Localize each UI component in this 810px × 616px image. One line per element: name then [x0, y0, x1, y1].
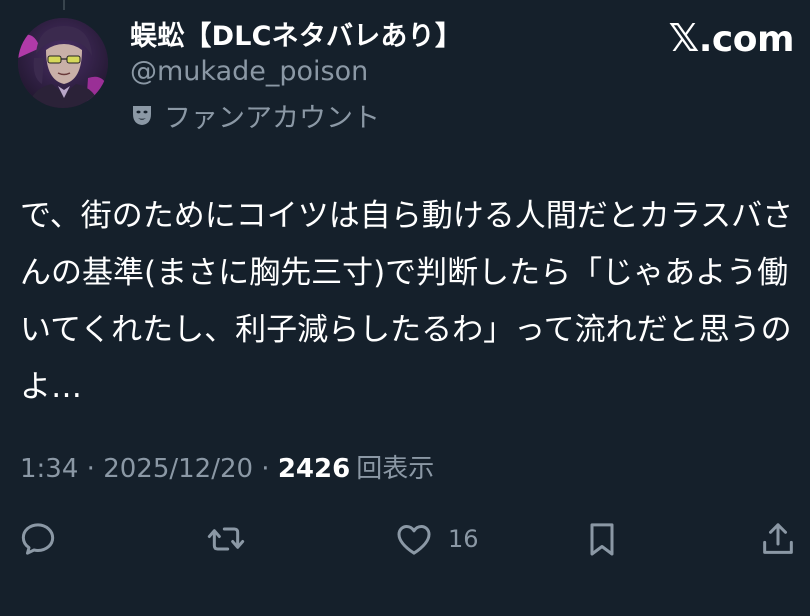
avatar[interactable]: [18, 18, 108, 108]
thread-line: [63, 0, 65, 10]
x-logo-mark: 𝕏: [668, 16, 700, 60]
action-bar: 16: [0, 514, 810, 564]
x-logo: 𝕏.com: [668, 16, 795, 60]
display-name[interactable]: 蜈蚣【DLCネタバレあり】: [130, 14, 462, 53]
tweet-text: で、街のためにコイツは自ら動ける人間だとカラスバさんの基準(まさに胸先三寸)で判…: [20, 198, 794, 405]
reply-icon: [21, 523, 55, 555]
bookmark-icon: [590, 523, 614, 556]
retweet-icon: [207, 527, 245, 551]
user-handle[interactable]: @mukade_poison: [130, 56, 368, 87]
like-count: 16: [448, 525, 479, 553]
tweet-meta: 1:34 · 2025/12/20 · 2426 回表示: [20, 448, 434, 485]
account-label-row: ファンアカウント: [130, 98, 380, 134]
share-icon: [763, 523, 793, 554]
tweet-date[interactable]: 2025/12/20: [103, 454, 253, 484]
share-button[interactable]: [758, 514, 798, 564]
x-logo-text: .com: [698, 19, 795, 60]
reply-button[interactable]: [18, 514, 58, 564]
retweet-button[interactable]: [206, 514, 246, 564]
views-count[interactable]: 2426: [278, 454, 350, 484]
views-label[interactable]: 回表示: [356, 448, 434, 485]
account-label: ファンアカウント: [164, 102, 380, 134]
meta-separator: ·: [253, 454, 278, 484]
heart-icon: [397, 525, 431, 555]
tweet-time[interactable]: 1:34: [20, 454, 78, 484]
meta-separator: ·: [78, 454, 104, 484]
bookmark-button[interactable]: [582, 514, 622, 564]
avatar-image: [18, 18, 108, 108]
tweet-card: 蜈蚣【DLCネタバレあり】 @mukade_poison ファンアカウント 𝕏.…: [0, 0, 810, 616]
theater-mask-icon: [133, 106, 151, 125]
like-button[interactable]: 16: [394, 514, 479, 564]
